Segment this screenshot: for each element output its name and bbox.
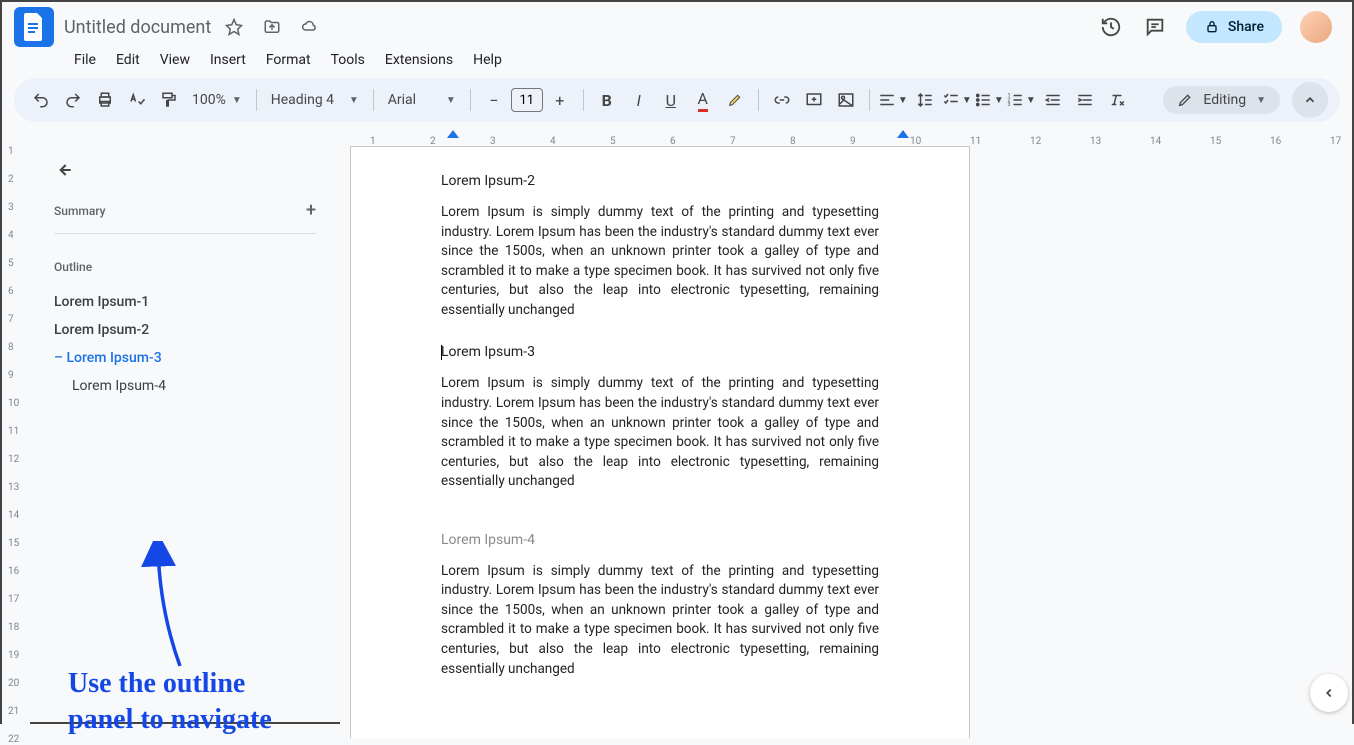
decrease-font-button[interactable]: − [479,85,509,115]
bulleted-list-button[interactable]: ▼ [974,85,1004,115]
cloud-status-icon[interactable] [297,14,323,40]
toolbar: 100%▼ Heading 4▼ Arial▼ − 11 + B I U A ▼… [14,78,1340,122]
line-spacing-button[interactable] [910,85,940,115]
annotation-text: Use the outline panel to navigate [68,666,272,739]
outline-item[interactable]: Lorem Ipsum-2 [54,316,316,344]
outline-item[interactable]: Lorem Ipsum-3 [54,344,316,372]
undo-button[interactable] [26,85,56,115]
menu-format[interactable]: Format [258,48,319,72]
zoom-dropdown[interactable]: 100%▼ [186,88,248,112]
redo-button[interactable] [58,85,88,115]
document-paragraph[interactable]: Lorem Ipsum is simply dummy text of the … [441,374,879,491]
font-dropdown[interactable]: Arial▼ [382,88,462,112]
outline-label: Outline [54,260,316,274]
menu-extensions[interactable]: Extensions [377,48,461,72]
align-button[interactable]: ▼ [878,85,908,115]
document-title[interactable]: Untitled document [64,17,211,38]
docs-logo[interactable] [14,7,54,47]
outline-item[interactable]: Lorem Ipsum-4 [54,372,316,400]
svg-text:3: 3 [1007,102,1010,108]
document-heading[interactable]: Lorem Ipsum-2 [441,173,879,189]
document-canvas[interactable]: Lorem Ipsum-2 Lorem Ipsum is simply dummy… [340,146,1352,738]
indent-marker-right-icon[interactable] [895,128,911,142]
history-icon[interactable] [1098,14,1124,40]
document-heading[interactable]: Lorem Ipsum-3 [441,344,879,360]
menubar: File Edit View Insert Format Tools Exten… [2,44,1352,78]
clear-formatting-button[interactable] [1102,85,1132,115]
menu-help[interactable]: Help [465,48,510,72]
add-summary-button[interactable]: + [306,200,316,221]
indent-marker-left-icon[interactable] [445,128,461,142]
menu-view[interactable]: View [152,48,198,72]
highlight-button[interactable] [720,85,750,115]
star-icon[interactable] [221,14,247,40]
outline-item[interactable]: Lorem Ipsum-1 [54,288,316,316]
outline-close-button[interactable] [54,160,316,180]
annotation-arrow-icon [130,541,210,671]
insert-link-button[interactable] [767,85,797,115]
horizontal-ruler[interactable]: 1234567891011121314151617 [30,128,1352,146]
font-size-input[interactable]: 11 [511,88,543,112]
document-paragraph[interactable]: Lorem Ipsum is simply dummy text of the … [441,203,879,320]
paragraph-style-dropdown[interactable]: Heading 4▼ [265,88,365,112]
document-heading[interactable]: Lorem Ipsum-4 [441,532,879,548]
insert-image-button[interactable] [831,85,861,115]
insert-comment-button[interactable] [799,85,829,115]
collapse-toolbar-button[interactable] [1292,82,1328,118]
underline-button[interactable]: U [656,85,686,115]
share-label: Share [1228,19,1264,35]
spellcheck-button[interactable] [122,85,152,115]
italic-button[interactable]: I [624,85,654,115]
document-paragraph[interactable]: Lorem Ipsum is simply dummy text of the … [441,562,879,679]
decrease-indent-button[interactable] [1038,85,1068,115]
text-color-button[interactable]: A [688,85,718,115]
paint-format-button[interactable] [154,85,184,115]
menu-edit[interactable]: Edit [108,48,148,72]
checklist-button[interactable]: ▼ [942,85,972,115]
user-avatar[interactable] [1300,11,1332,43]
move-icon[interactable] [259,14,285,40]
numbered-list-button[interactable]: 123▼ [1006,85,1036,115]
explore-fab-button[interactable] [1310,674,1348,712]
page[interactable]: Lorem Ipsum-2 Lorem Ipsum is simply dummy… [350,146,970,738]
menu-file[interactable]: File [66,48,104,72]
editing-mode-button[interactable]: Editing ▼ [1163,86,1280,114]
share-button[interactable]: Share [1186,11,1282,43]
increase-font-button[interactable]: + [545,85,575,115]
print-button[interactable] [90,85,120,115]
bold-button[interactable]: B [592,85,622,115]
titlebar: Untitled document Share [2,2,1352,44]
outline-panel: Summary + Outline Lorem Ipsum-1Lorem Ips… [30,146,340,738]
comments-icon[interactable] [1142,14,1168,40]
increase-indent-button[interactable] [1070,85,1100,115]
menu-insert[interactable]: Insert [202,48,254,72]
menu-tools[interactable]: Tools [323,48,373,72]
summary-label: Summary [54,204,106,218]
vertical-ruler[interactable]: 12345678910111213141516171819202122 [2,146,30,738]
